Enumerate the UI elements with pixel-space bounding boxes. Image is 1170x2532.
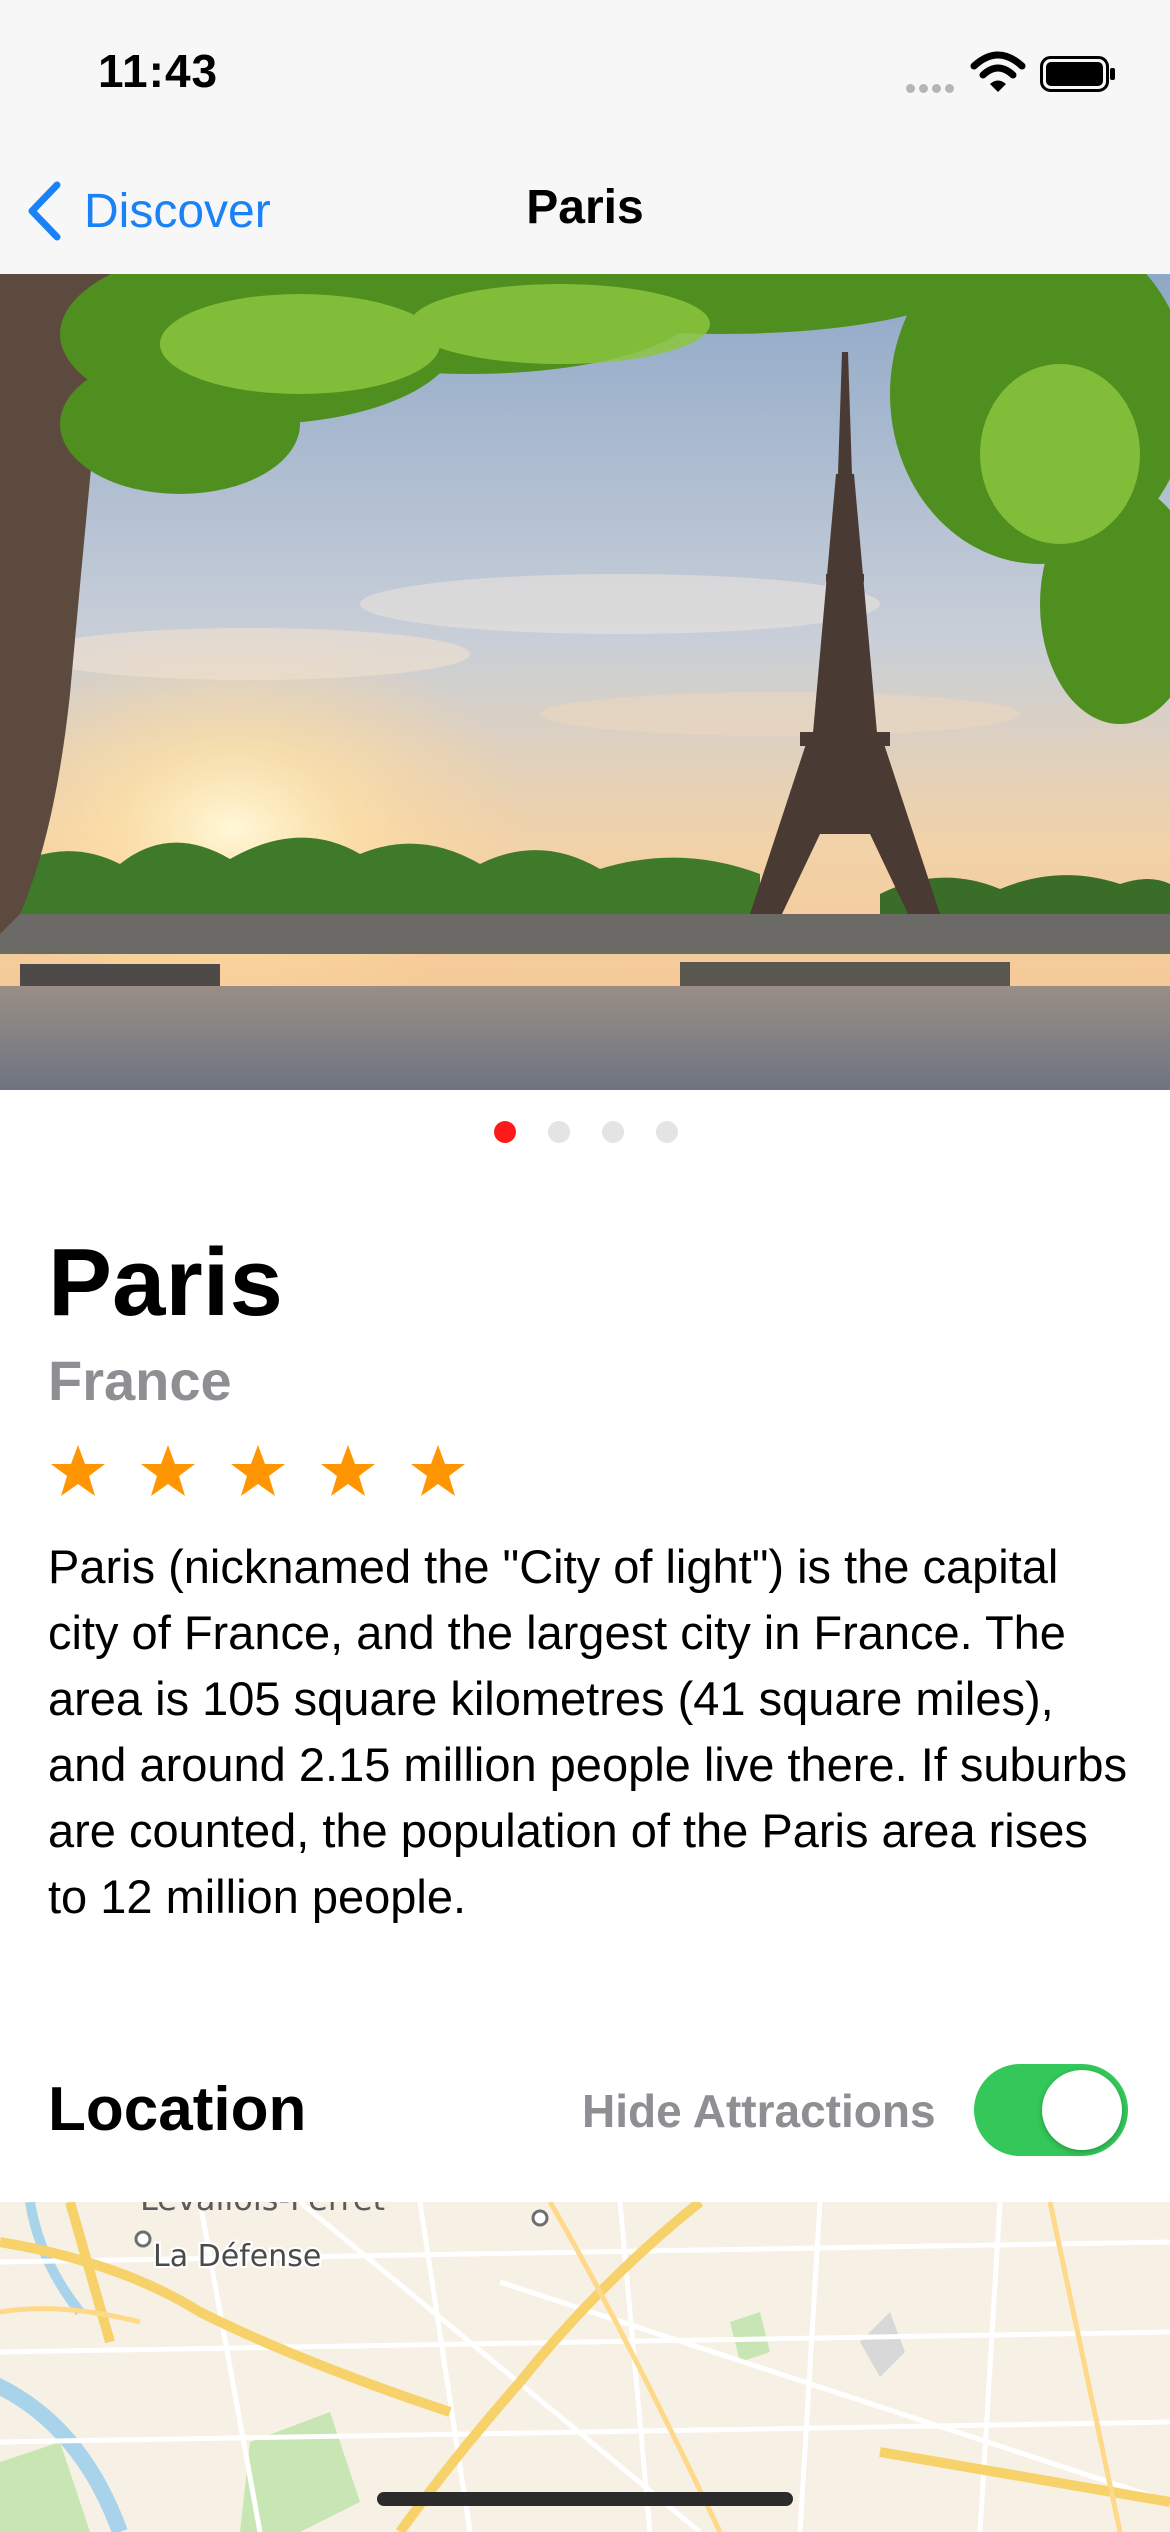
country-subtitle: France xyxy=(48,1349,232,1412)
star-icon xyxy=(231,1445,285,1496)
page-dot[interactable] xyxy=(494,1121,516,1143)
location-map[interactable]: Levallois-Perret La Défense xyxy=(0,2202,1170,2532)
city-description: Paris (nicknamed the "City of light") is… xyxy=(48,1540,1128,1923)
navigation-bar: Discover Paris xyxy=(0,150,1170,274)
battery-icon xyxy=(1040,56,1115,92)
status-time: 11:43 xyxy=(98,45,219,97)
hide-attractions-toggle[interactable] xyxy=(974,2064,1128,2156)
hide-attractions-label: Hide Attractions xyxy=(582,2085,936,2137)
page-dot[interactable] xyxy=(548,1121,570,1143)
star-icon xyxy=(411,1445,465,1496)
home-indicator[interactable] xyxy=(377,2492,793,2506)
star-icon xyxy=(51,1445,105,1496)
page-dot[interactable] xyxy=(602,1121,624,1143)
status-bar: 11:43 xyxy=(0,0,1170,150)
toggle-knob xyxy=(1042,2070,1122,2150)
map-label-la-defense: La Défense xyxy=(153,2239,321,2274)
nav-title: Paris xyxy=(526,181,644,234)
star-icon xyxy=(141,1445,195,1496)
eiffel-tower-photo xyxy=(0,274,1170,1090)
star-icon xyxy=(321,1445,375,1496)
page-dot[interactable] xyxy=(656,1121,678,1143)
page-control[interactable] xyxy=(494,1121,678,1143)
map-tiles: Levallois-Perret La Défense xyxy=(0,2202,1170,2532)
location-section-title: Location xyxy=(48,2075,307,2144)
city-title: Paris xyxy=(48,1229,283,1336)
wifi-icon xyxy=(970,51,1026,92)
map-label-levallois: Levallois-Perret xyxy=(140,2202,385,2218)
cellular-signal-icon xyxy=(906,80,958,98)
rating-stars xyxy=(48,1442,468,1502)
hero-photo[interactable] xyxy=(0,274,1170,1090)
